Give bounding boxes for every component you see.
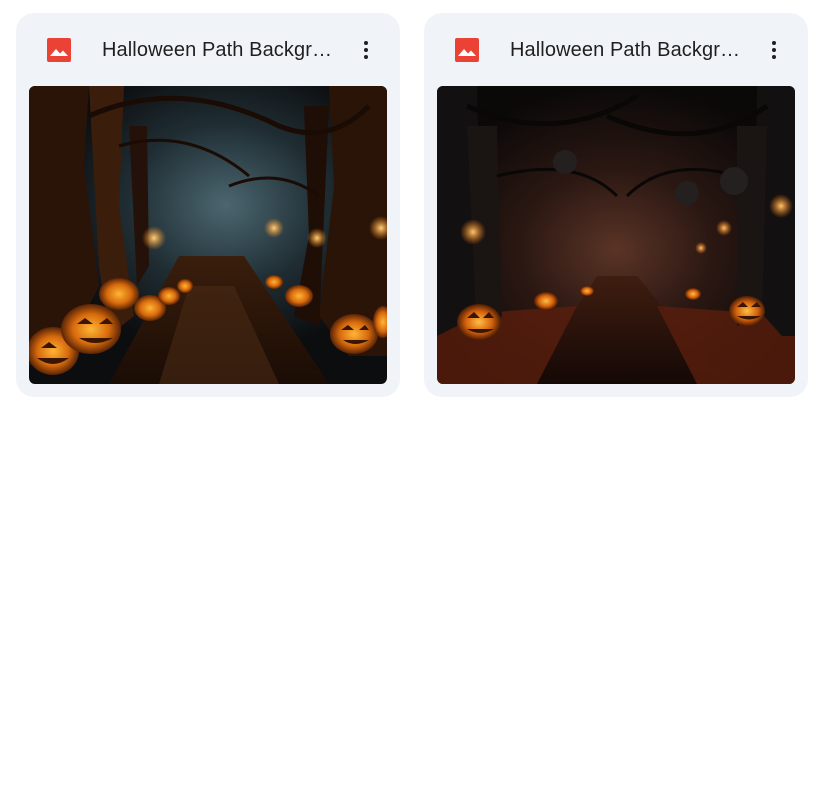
file-card[interactable]: Halloween Path Background 1.jpg xyxy=(16,13,400,397)
file-thumbnail[interactable] xyxy=(437,86,795,384)
file-card[interactable]: Halloween Path Background 2.jpg xyxy=(424,13,808,397)
file-title: Halloween Path Background 2.jpg xyxy=(510,39,750,61)
more-vertical-icon xyxy=(364,41,368,59)
file-card-header: Halloween Path Background 1.jpg xyxy=(16,13,400,86)
file-grid: Halloween Path Background 1.jpg xyxy=(16,13,808,397)
more-vertical-icon xyxy=(772,41,776,59)
image-file-icon xyxy=(47,38,71,62)
more-options-button[interactable] xyxy=(346,33,386,67)
image-file-icon xyxy=(455,38,479,62)
file-card-header: Halloween Path Background 2.jpg xyxy=(424,13,808,86)
file-title: Halloween Path Background 1.jpg xyxy=(102,39,342,61)
file-thumbnail[interactable] xyxy=(29,86,387,384)
more-options-button[interactable] xyxy=(754,33,794,67)
